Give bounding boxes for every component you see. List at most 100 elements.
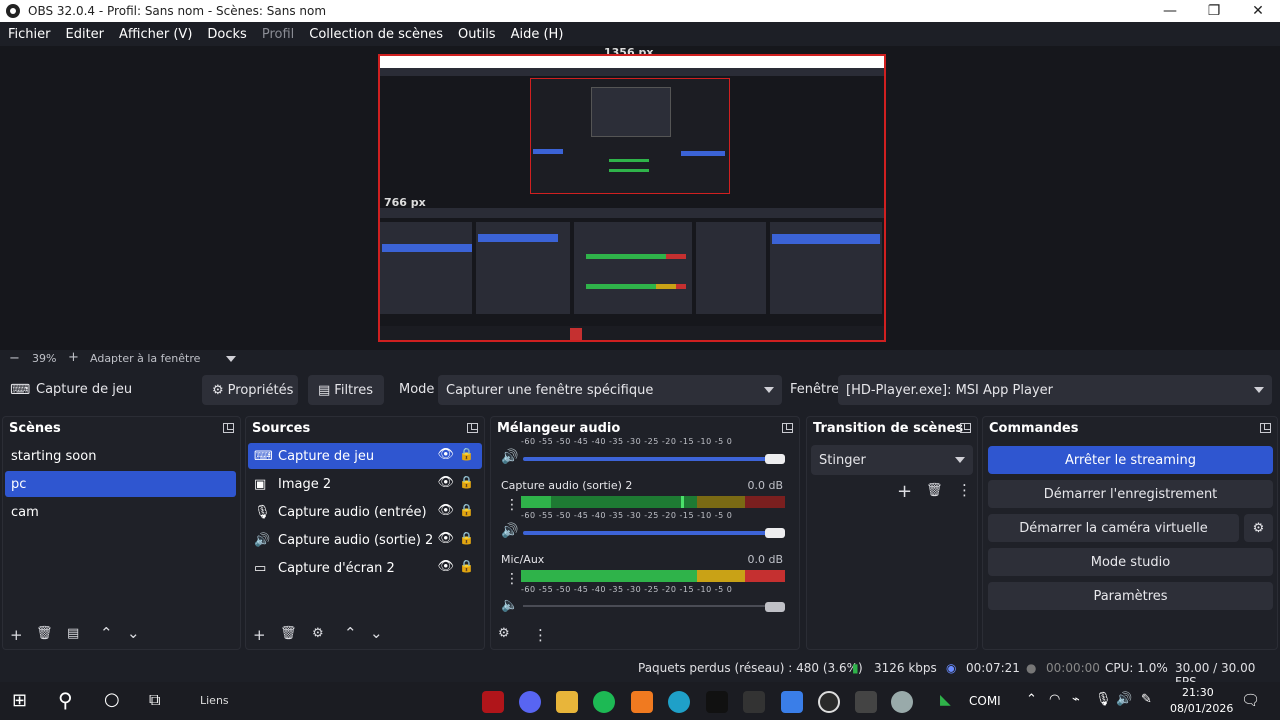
menu-profile[interactable]: Profil: [262, 27, 294, 42]
app-icon[interactable]: [781, 691, 803, 713]
undock-icon[interactable]: [1260, 423, 1271, 433]
menu-tools[interactable]: Outils: [458, 27, 496, 42]
clock-time[interactable]: 21:30: [1182, 686, 1214, 699]
zoom-in-button[interactable]: +: [68, 350, 79, 365]
volume-slider[interactable]: [523, 605, 773, 607]
search-icon[interactable]: ⚲: [58, 688, 73, 712]
menu-help[interactable]: Aide (H): [511, 27, 564, 42]
undock-icon[interactable]: [960, 423, 971, 433]
move-down-icon[interactable]: ⌄: [370, 624, 383, 642]
source-item[interactable]: ⌨ Capture de jeu 👁 🔒: [248, 443, 482, 469]
add-icon[interactable]: +: [253, 626, 266, 644]
clock-date[interactable]: 08/01/2026: [1170, 702, 1233, 715]
discord-icon[interactable]: [519, 691, 541, 713]
app-icon[interactable]: [482, 691, 504, 713]
muted-speaker-icon[interactable]: 🔈: [501, 597, 518, 613]
zoom-fit-select[interactable]: Adapter à la fenêtre: [90, 352, 200, 365]
filters-button[interactable]: ▤ Filtres: [308, 375, 384, 405]
undock-icon[interactable]: [467, 423, 478, 433]
scene-item[interactable]: starting soon: [5, 443, 236, 469]
mode-select[interactable]: Capturer une fenêtre spécifique: [438, 375, 782, 405]
source-item[interactable]: 🔊 Capture audio (sortie) 2 👁 🔒: [248, 527, 482, 553]
settings-button[interactable]: Paramètres: [988, 582, 1273, 610]
source-item[interactable]: ▣ Image 2 👁 🔒: [248, 471, 482, 497]
menu-file[interactable]: Fichier: [8, 27, 51, 42]
more-options-icon[interactable]: ⋮: [957, 481, 972, 499]
properties-button[interactable]: ⚙ Propriétés: [202, 375, 298, 405]
volume-slider[interactable]: [523, 457, 773, 461]
nvidia-icon[interactable]: ◣: [940, 692, 951, 708]
source-item[interactable]: ▭ Capture d'écran 2 👁 🔒: [248, 555, 482, 581]
source-item[interactable]: 🎙 Capture audio (entrée) 👁 🔒: [248, 499, 482, 525]
menu-view[interactable]: Afficher (V): [119, 27, 192, 42]
filter-icon[interactable]: ▤: [67, 626, 79, 641]
menu-scene-collection[interactable]: Collection de scènes: [309, 27, 443, 42]
eye-icon[interactable]: 👁: [437, 447, 454, 462]
lock-icon[interactable]: 🔒: [459, 447, 474, 461]
volume-slider[interactable]: [523, 531, 773, 535]
cortana-icon[interactable]: ○: [104, 689, 120, 710]
virtual-camera-settings-button[interactable]: ⚙: [1244, 514, 1273, 542]
eye-icon[interactable]: 👁: [437, 475, 454, 490]
minimize-button[interactable]: —: [1148, 0, 1192, 22]
gear-icon[interactable]: ⚙: [498, 626, 510, 641]
move-up-icon[interactable]: ⌃: [344, 624, 357, 642]
lock-icon[interactable]: 🔒: [459, 475, 474, 489]
folder-icon[interactable]: [556, 691, 578, 713]
studio-mode-button[interactable]: Mode studio: [988, 548, 1273, 576]
zoom-out-button[interactable]: −: [9, 351, 20, 366]
eye-icon[interactable]: 👁: [437, 559, 454, 574]
trash-icon[interactable]: 🗑: [36, 626, 53, 641]
menu-docks[interactable]: Docks: [207, 27, 246, 42]
move-down-icon[interactable]: ⌄: [127, 624, 140, 642]
epic-games-icon[interactable]: [743, 691, 765, 713]
maximize-button[interactable]: ❐: [1192, 0, 1236, 22]
lock-icon[interactable]: 🔒: [459, 559, 474, 573]
more-options-icon[interactable]: ⋮: [533, 626, 548, 644]
more-options-icon[interactable]: ⋮: [505, 571, 519, 587]
preview-canvas[interactable]: 766 px: [378, 54, 886, 342]
volume-knob[interactable]: [765, 454, 785, 464]
zoom-dropdown-icon[interactable]: [226, 356, 236, 362]
move-up-icon[interactable]: ⌃: [100, 624, 113, 642]
spotify-icon[interactable]: [593, 691, 615, 713]
more-options-icon[interactable]: ⋮: [505, 497, 519, 513]
start-recording-button[interactable]: Démarrer l'enregistrement: [988, 480, 1273, 508]
obs-icon[interactable]: [818, 691, 840, 713]
close-button[interactable]: ✕: [1236, 0, 1280, 22]
lock-icon[interactable]: 🔒: [459, 531, 474, 545]
pen-icon[interactable]: ✎: [1141, 692, 1152, 707]
volume-knob[interactable]: [765, 528, 785, 538]
add-icon[interactable]: +: [10, 626, 23, 644]
volume-knob[interactable]: [765, 602, 785, 612]
transition-select[interactable]: Stinger: [811, 445, 973, 475]
undock-icon[interactable]: [782, 423, 793, 433]
gear-icon[interactable]: ⚙: [312, 626, 324, 641]
eye-icon[interactable]: 👁: [437, 503, 454, 518]
microphone-icon[interactable]: 🎙: [1095, 692, 1112, 707]
speaker-icon[interactable]: 🔊: [501, 449, 518, 465]
app-icon[interactable]: [891, 691, 913, 713]
links-toolbar[interactable]: Liens: [200, 694, 229, 707]
edge-icon[interactable]: [668, 691, 690, 713]
app-icon[interactable]: [855, 691, 877, 713]
task-view-icon[interactable]: ⧉: [149, 690, 160, 710]
comi-label[interactable]: COMI: [969, 694, 1001, 708]
lock-icon[interactable]: 🔒: [459, 503, 474, 517]
window-select[interactable]: [HD-Player.exe]: MSI App Player: [838, 375, 1272, 405]
notifications-icon[interactable]: 🗨: [1241, 691, 1260, 709]
network-icon[interactable]: ⌁: [1072, 692, 1080, 707]
scene-item[interactable]: cam: [5, 499, 236, 525]
windows-start-icon[interactable]: ⊞: [12, 690, 27, 711]
eye-icon[interactable]: 👁: [437, 531, 454, 546]
volume-icon[interactable]: 🔊: [1116, 692, 1132, 707]
tiktok-icon[interactable]: [706, 691, 728, 713]
speaker-icon[interactable]: 🔊: [501, 523, 518, 539]
trash-icon[interactable]: 🗑: [926, 483, 943, 498]
stop-streaming-button[interactable]: Arrêter le streaming: [988, 446, 1273, 474]
start-virtual-camera-button[interactable]: Démarrer la caméra virtuelle: [988, 514, 1239, 542]
undock-icon[interactable]: [223, 423, 234, 433]
menu-edit[interactable]: Editer: [66, 27, 105, 42]
chevron-up-icon[interactable]: ⌃: [1026, 692, 1037, 707]
add-icon[interactable]: +: [897, 481, 912, 502]
